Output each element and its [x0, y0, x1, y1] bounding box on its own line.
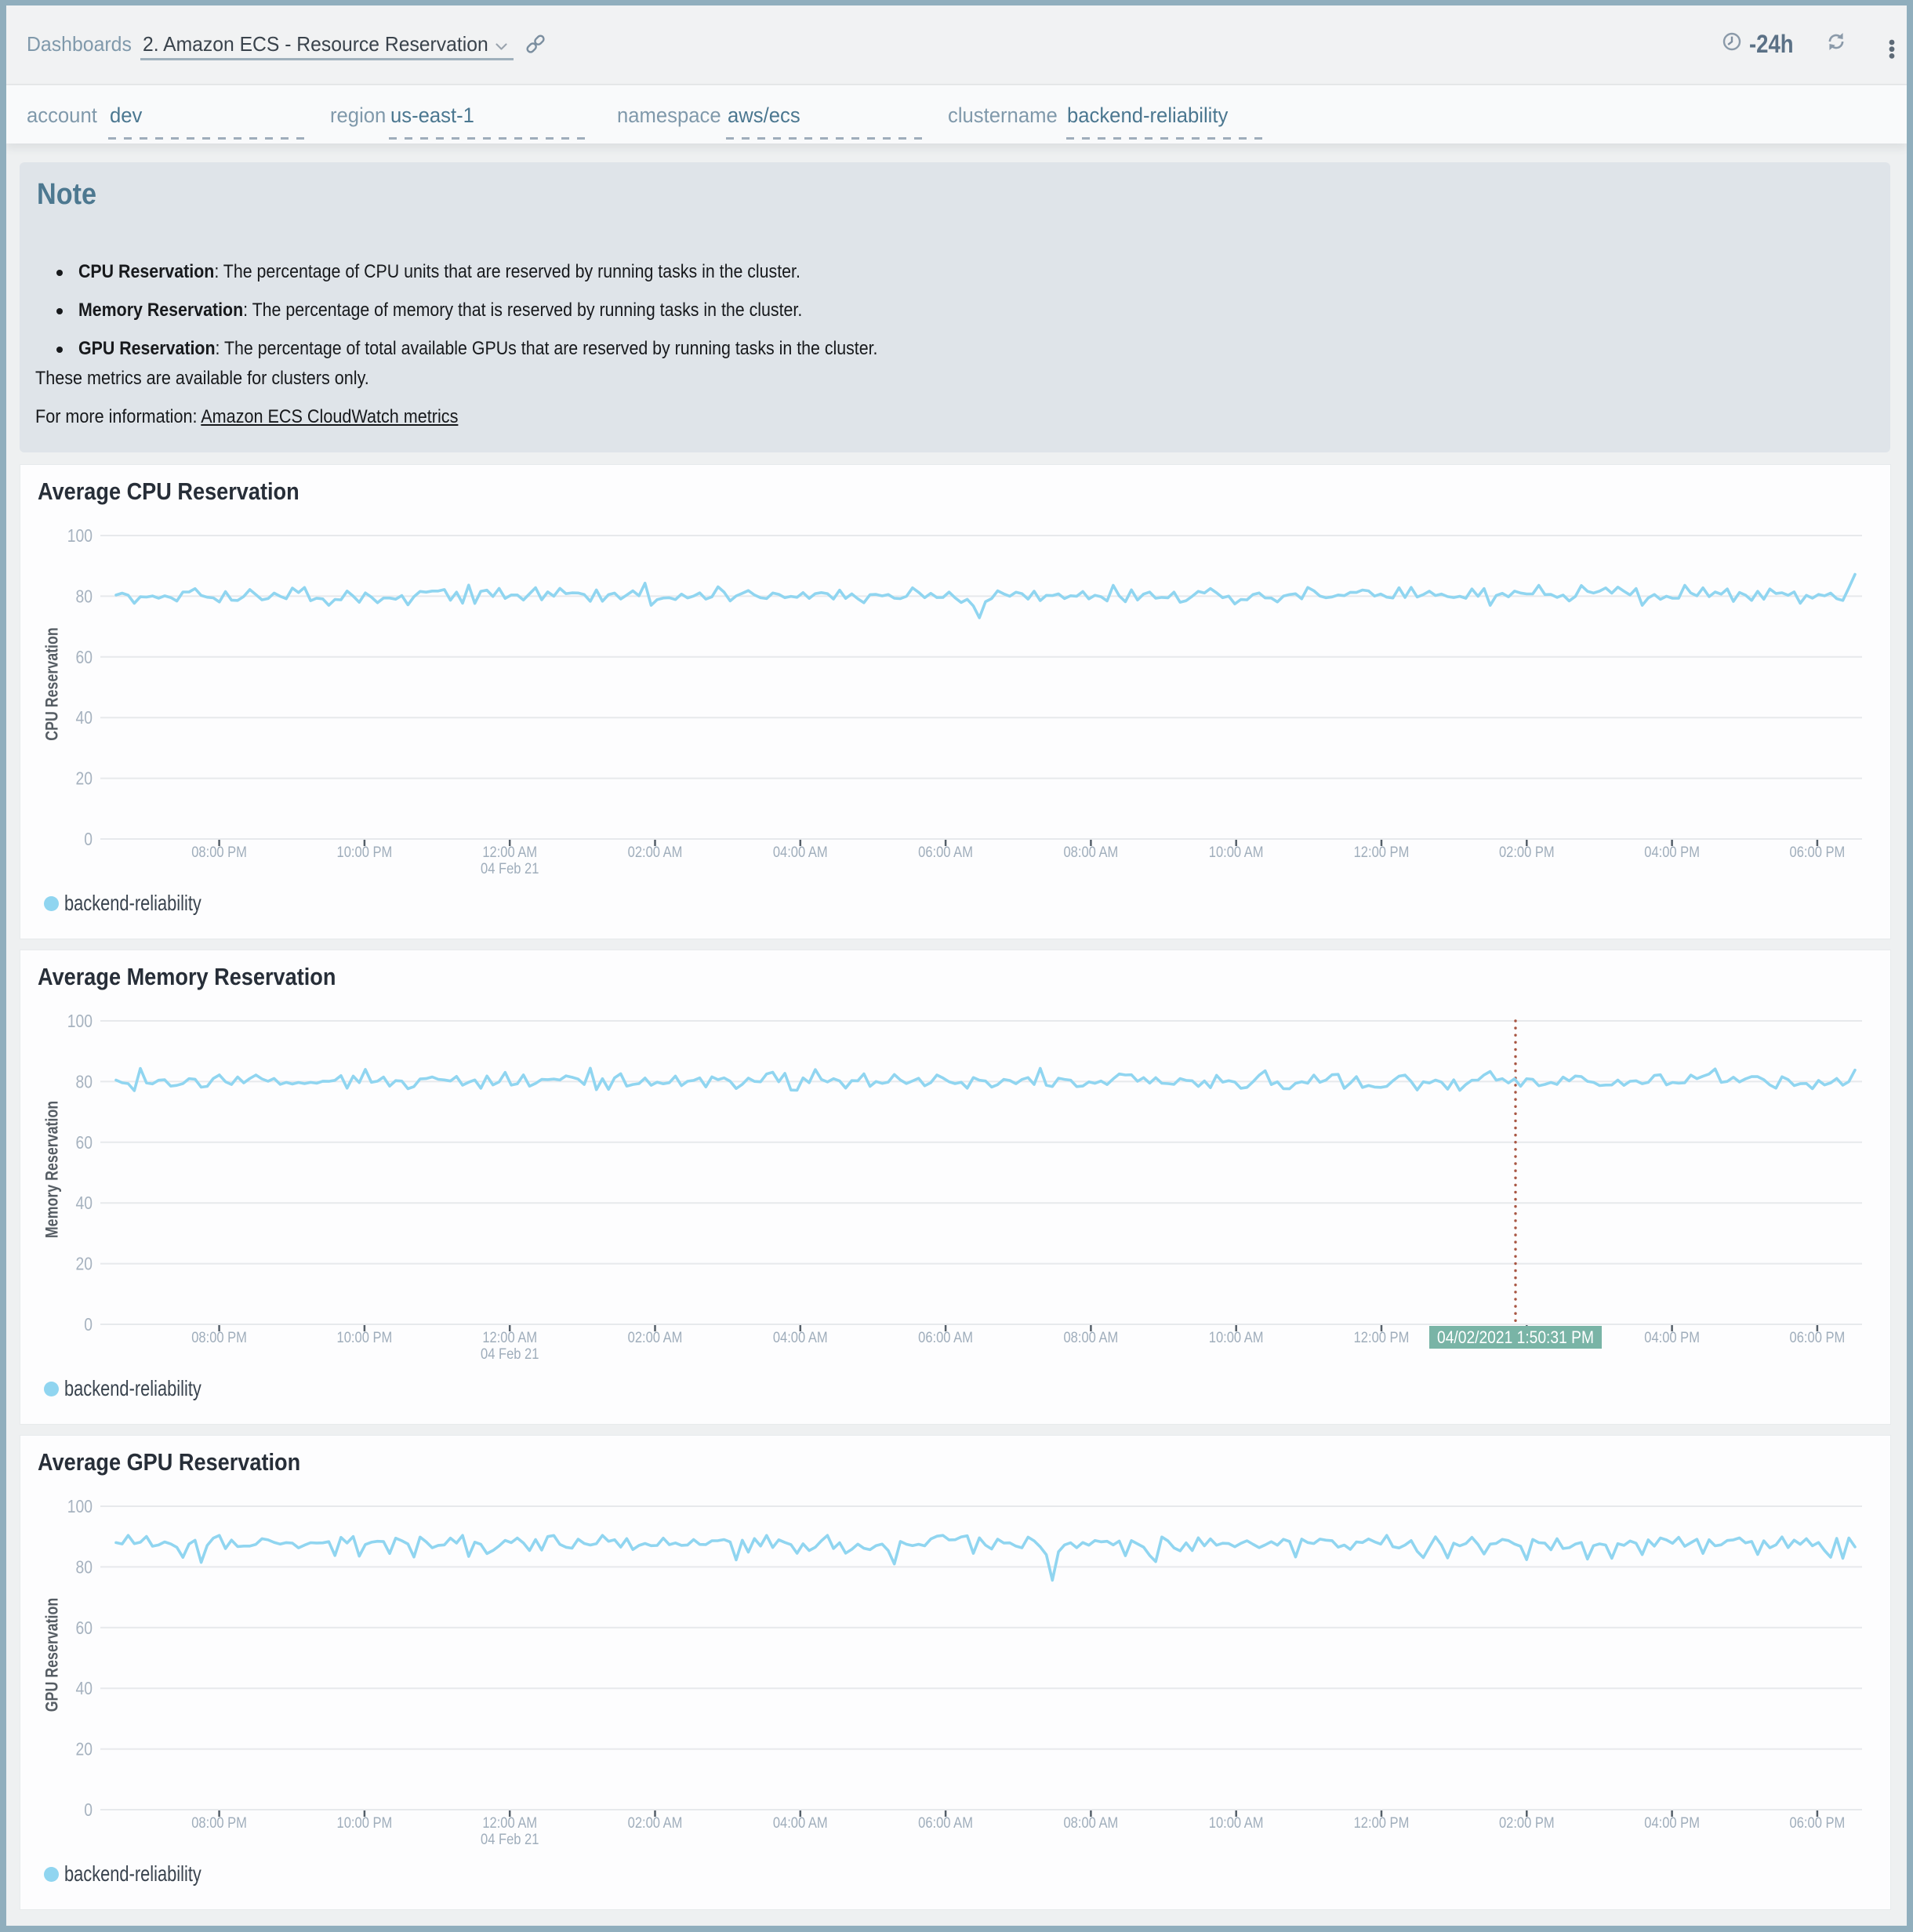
svg-text:12:00 PM: 12:00 PM [1354, 844, 1410, 860]
svg-text:04 Feb 21: 04 Feb 21 [481, 1346, 539, 1362]
svg-text:06:00 AM: 06:00 AM [918, 1814, 973, 1831]
svg-text:80: 80 [76, 1073, 93, 1092]
svg-text:10:00 AM: 10:00 AM [1209, 1814, 1264, 1831]
svg-text:02:00 PM: 02:00 PM [1499, 1814, 1555, 1831]
svg-text:08:00 AM: 08:00 AM [1063, 1329, 1118, 1346]
svg-text:80: 80 [76, 587, 93, 607]
svg-text:02:00 AM: 02:00 AM [628, 844, 683, 860]
svg-text:04 Feb 21: 04 Feb 21 [481, 860, 539, 877]
svg-text:10:00 AM: 10:00 AM [1209, 1329, 1264, 1346]
svg-text:0: 0 [84, 1316, 93, 1335]
svg-text:02:00 AM: 02:00 AM [628, 1814, 683, 1831]
svg-text:04/02/2021 1:50:31 PM: 04/02/2021 1:50:31 PM [1437, 1327, 1594, 1347]
svg-text:80: 80 [76, 1558, 93, 1578]
svg-text:40: 40 [76, 1680, 93, 1699]
svg-text:08:00 AM: 08:00 AM [1063, 1814, 1118, 1831]
svg-text:12:00 AM: 12:00 AM [482, 1814, 537, 1831]
svg-text:08:00 PM: 08:00 PM [191, 1329, 247, 1346]
svg-text:04 Feb 21: 04 Feb 21 [481, 1831, 539, 1847]
svg-text:04:00 AM: 04:00 AM [773, 1814, 828, 1831]
svg-text:12:00 PM: 12:00 PM [1354, 1329, 1410, 1346]
svg-text:04:00 PM: 04:00 PM [1644, 844, 1700, 860]
svg-text:02:00 PM: 02:00 PM [1499, 844, 1555, 860]
svg-text:100: 100 [67, 1012, 93, 1032]
svg-text:10:00 PM: 10:00 PM [337, 1329, 393, 1346]
svg-text:12:00 AM: 12:00 AM [482, 1329, 537, 1346]
svg-text:12:00 AM: 12:00 AM [482, 844, 537, 860]
svg-text:0: 0 [84, 1801, 93, 1821]
svg-text:04:00 PM: 04:00 PM [1644, 1814, 1700, 1831]
svg-text:100: 100 [67, 527, 93, 547]
svg-text:08:00 PM: 08:00 PM [191, 844, 247, 860]
svg-text:60: 60 [76, 648, 93, 667]
svg-text:40: 40 [76, 1194, 93, 1214]
svg-text:06:00 AM: 06:00 AM [918, 844, 973, 860]
svg-text:100: 100 [67, 1498, 93, 1517]
svg-text:04:00 PM: 04:00 PM [1644, 1329, 1700, 1346]
svg-text:10:00 PM: 10:00 PM [337, 1814, 393, 1831]
svg-text:08:00 PM: 08:00 PM [191, 1814, 247, 1831]
svg-text:60: 60 [76, 1618, 93, 1638]
svg-text:20: 20 [76, 769, 93, 789]
svg-text:12:00 PM: 12:00 PM [1354, 1814, 1410, 1831]
svg-text:20: 20 [76, 1255, 93, 1274]
svg-text:06:00 PM: 06:00 PM [1790, 844, 1846, 860]
svg-text:10:00 PM: 10:00 PM [337, 844, 393, 860]
svg-text:40: 40 [76, 709, 93, 728]
svg-text:04:00 AM: 04:00 AM [773, 844, 828, 860]
svg-text:06:00 PM: 06:00 PM [1790, 1814, 1846, 1831]
svg-text:20: 20 [76, 1740, 93, 1760]
svg-text:60: 60 [76, 1133, 93, 1153]
svg-text:0: 0 [84, 830, 93, 850]
svg-text:02:00 AM: 02:00 AM [628, 1329, 683, 1346]
svg-text:08:00 AM: 08:00 AM [1063, 844, 1118, 860]
svg-text:04:00 AM: 04:00 AM [773, 1329, 828, 1346]
svg-text:10:00 AM: 10:00 AM [1209, 844, 1264, 860]
svg-text:06:00 AM: 06:00 AM [918, 1329, 973, 1346]
svg-text:06:00 PM: 06:00 PM [1790, 1329, 1846, 1346]
